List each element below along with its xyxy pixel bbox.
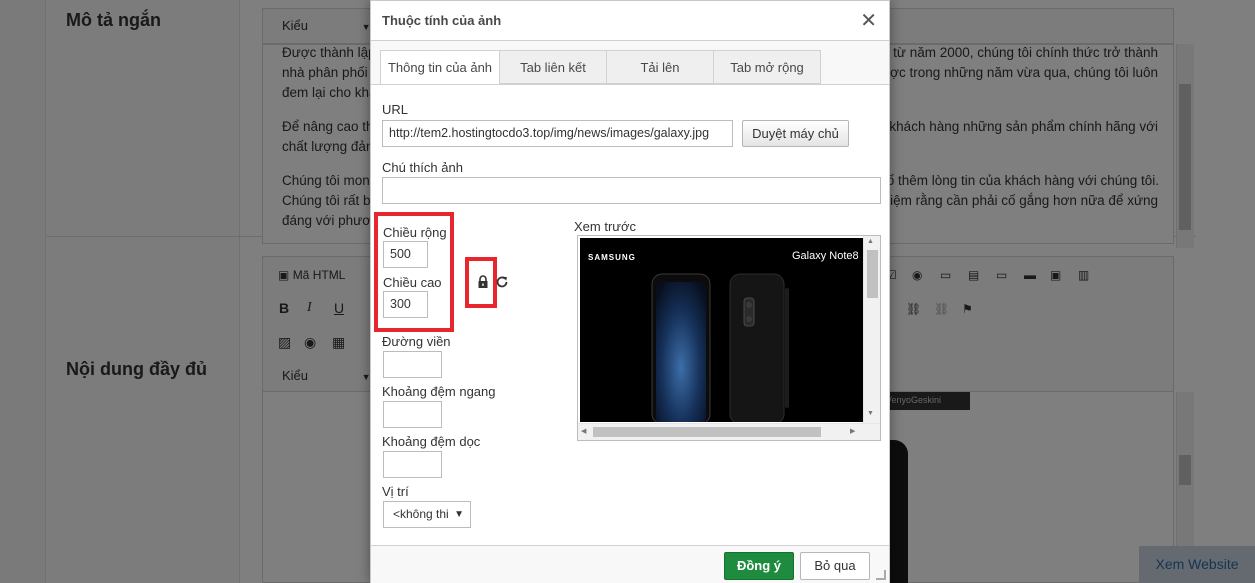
browse-server-button[interactable]: Duyệt máy chủ <box>742 120 849 147</box>
dialog-body: Thông tin của ảnh Tab liên kết Tải lên T… <box>371 41 889 545</box>
dialog-title: Thuộc tính của ảnh <box>382 13 502 28</box>
align-select[interactable]: <không thi ▼ <box>383 501 471 528</box>
preview-label: Xem trước <box>574 219 637 234</box>
scrollbar-thumb[interactable] <box>593 427 821 437</box>
preview-model-text: Galaxy Note8 <box>792 250 859 262</box>
height-input[interactable]: 300 <box>383 291 428 318</box>
dialog-titlebar[interactable]: Thuộc tính của ảnh ✕ <box>371 1 889 41</box>
tab-upload[interactable]: Tải lên <box>606 50 714 84</box>
scroll-left-arrow-icon[interactable]: ◀ <box>581 427 586 435</box>
image-properties-dialog: Thuộc tính của ảnh ✕ Thông tin của ảnh T… <box>370 0 890 583</box>
hspace-label: Khoảng đệm ngang <box>382 384 496 399</box>
vspace-label: Khoảng đệm dọc <box>382 434 481 449</box>
preview-horizontal-scrollbar[interactable]: ◀ ▶ <box>578 423 880 440</box>
alt-text-label: Chú thích ảnh <box>382 160 463 175</box>
scrollbar-thumb[interactable] <box>867 250 878 298</box>
ok-button[interactable]: Đồng ý <box>724 552 794 580</box>
reset-size-icon-svg <box>496 276 508 288</box>
preview-image: SAMSUNG Galaxy Note8 <box>580 238 863 422</box>
tab-image-info[interactable]: Thông tin của ảnh <box>380 50 500 85</box>
lock-icon-svg <box>478 275 488 288</box>
align-select-value: <không thi <box>393 507 449 521</box>
dialog-footer: Đồng ý Bỏ qua <box>371 545 889 583</box>
width-input[interactable]: 500 <box>383 241 428 268</box>
scroll-right-arrow-icon[interactable]: ▶ <box>850 427 855 435</box>
chevron-down-icon: ▼ <box>454 509 464 520</box>
scroll-up-arrow-icon[interactable]: ▲ <box>867 238 874 245</box>
hspace-input[interactable] <box>383 401 442 428</box>
vspace-input[interactable] <box>383 451 442 478</box>
tab-advanced[interactable]: Tab mở rộng <box>713 50 821 84</box>
resize-grip-icon[interactable] <box>876 570 886 580</box>
preview-brand-text: SAMSUNG <box>588 253 636 262</box>
alt-text-input[interactable] <box>382 177 881 204</box>
scroll-down-arrow-icon[interactable]: ▼ <box>867 410 874 417</box>
lock-icon[interactable] <box>476 275 492 291</box>
preview-vertical-scrollbar[interactable]: ▲ ▼ <box>863 236 880 423</box>
reset-size-icon[interactable] <box>495 275 511 291</box>
phone-image-svg <box>580 238 863 422</box>
preview-area[interactable]: SAMSUNG Galaxy Note8 ▲ ▼ ◀ ▶ <box>577 235 881 441</box>
close-icon[interactable]: ✕ <box>860 10 877 32</box>
tab-link[interactable]: Tab liên kết <box>499 50 607 84</box>
height-label: Chiều cao <box>383 275 442 290</box>
border-input[interactable] <box>383 351 442 378</box>
align-label: Vị trí <box>382 484 409 499</box>
url-label: URL <box>382 102 409 117</box>
border-label: Đường viền <box>382 334 451 349</box>
cancel-button[interactable]: Bỏ qua <box>800 552 870 580</box>
image-info-panel: URL http://tem2.hostingtocdo3.top/img/ne… <box>371 84 889 545</box>
url-input[interactable]: http://tem2.hostingtocdo3.top/img/news/i… <box>382 120 733 147</box>
width-label: Chiều rộng <box>383 225 447 240</box>
